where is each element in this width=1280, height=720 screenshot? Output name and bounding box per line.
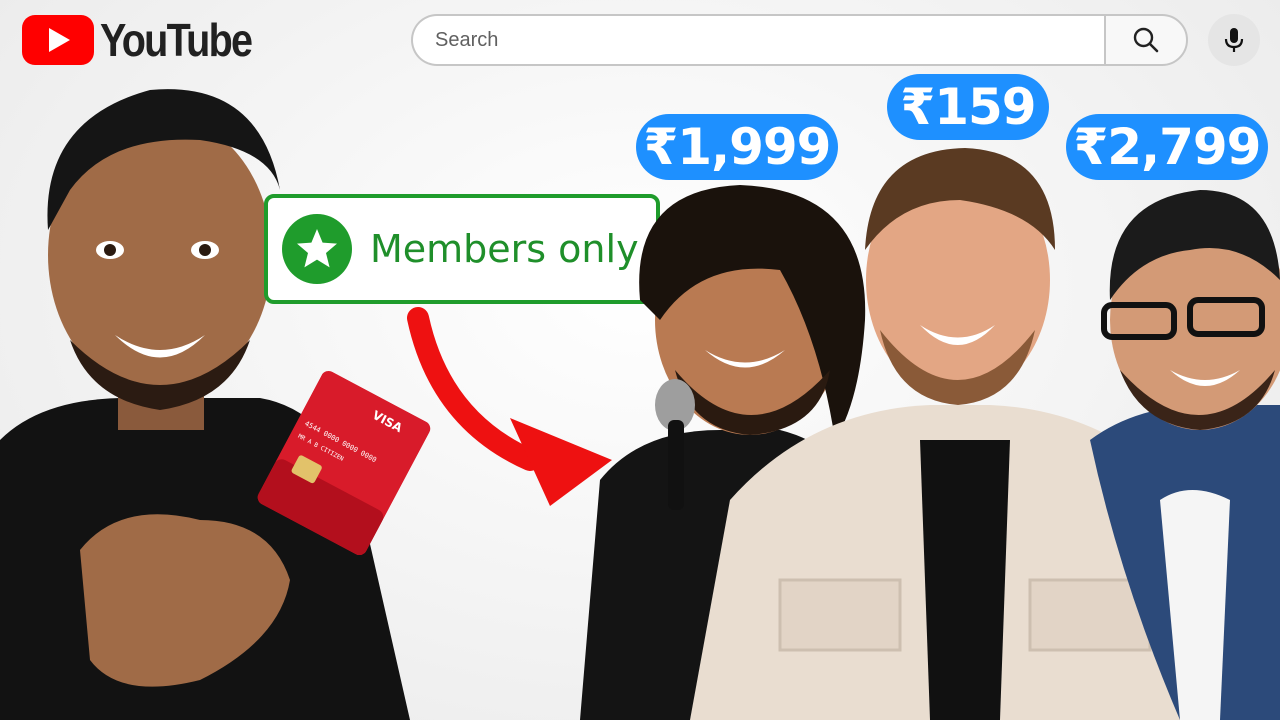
voice-search-button[interactable] [1208,14,1260,66]
price-badge-1: ₹1,999 [636,114,838,180]
youtube-wordmark: YouTube [100,14,253,66]
search-button[interactable] [1104,14,1188,66]
search-input[interactable] [433,27,1077,53]
creator-photo-right [1090,190,1280,720]
price-badge-3: ₹2,799 [1066,114,1268,180]
youtube-logo-icon [22,15,94,65]
mic-icon [1224,28,1244,52]
price-badge-2: ₹159 [887,74,1049,140]
search-bar[interactable] [411,14,1105,66]
star-icon [282,214,352,284]
youtube-logo[interactable]: YouTube [22,14,276,66]
search-icon [1133,27,1159,53]
